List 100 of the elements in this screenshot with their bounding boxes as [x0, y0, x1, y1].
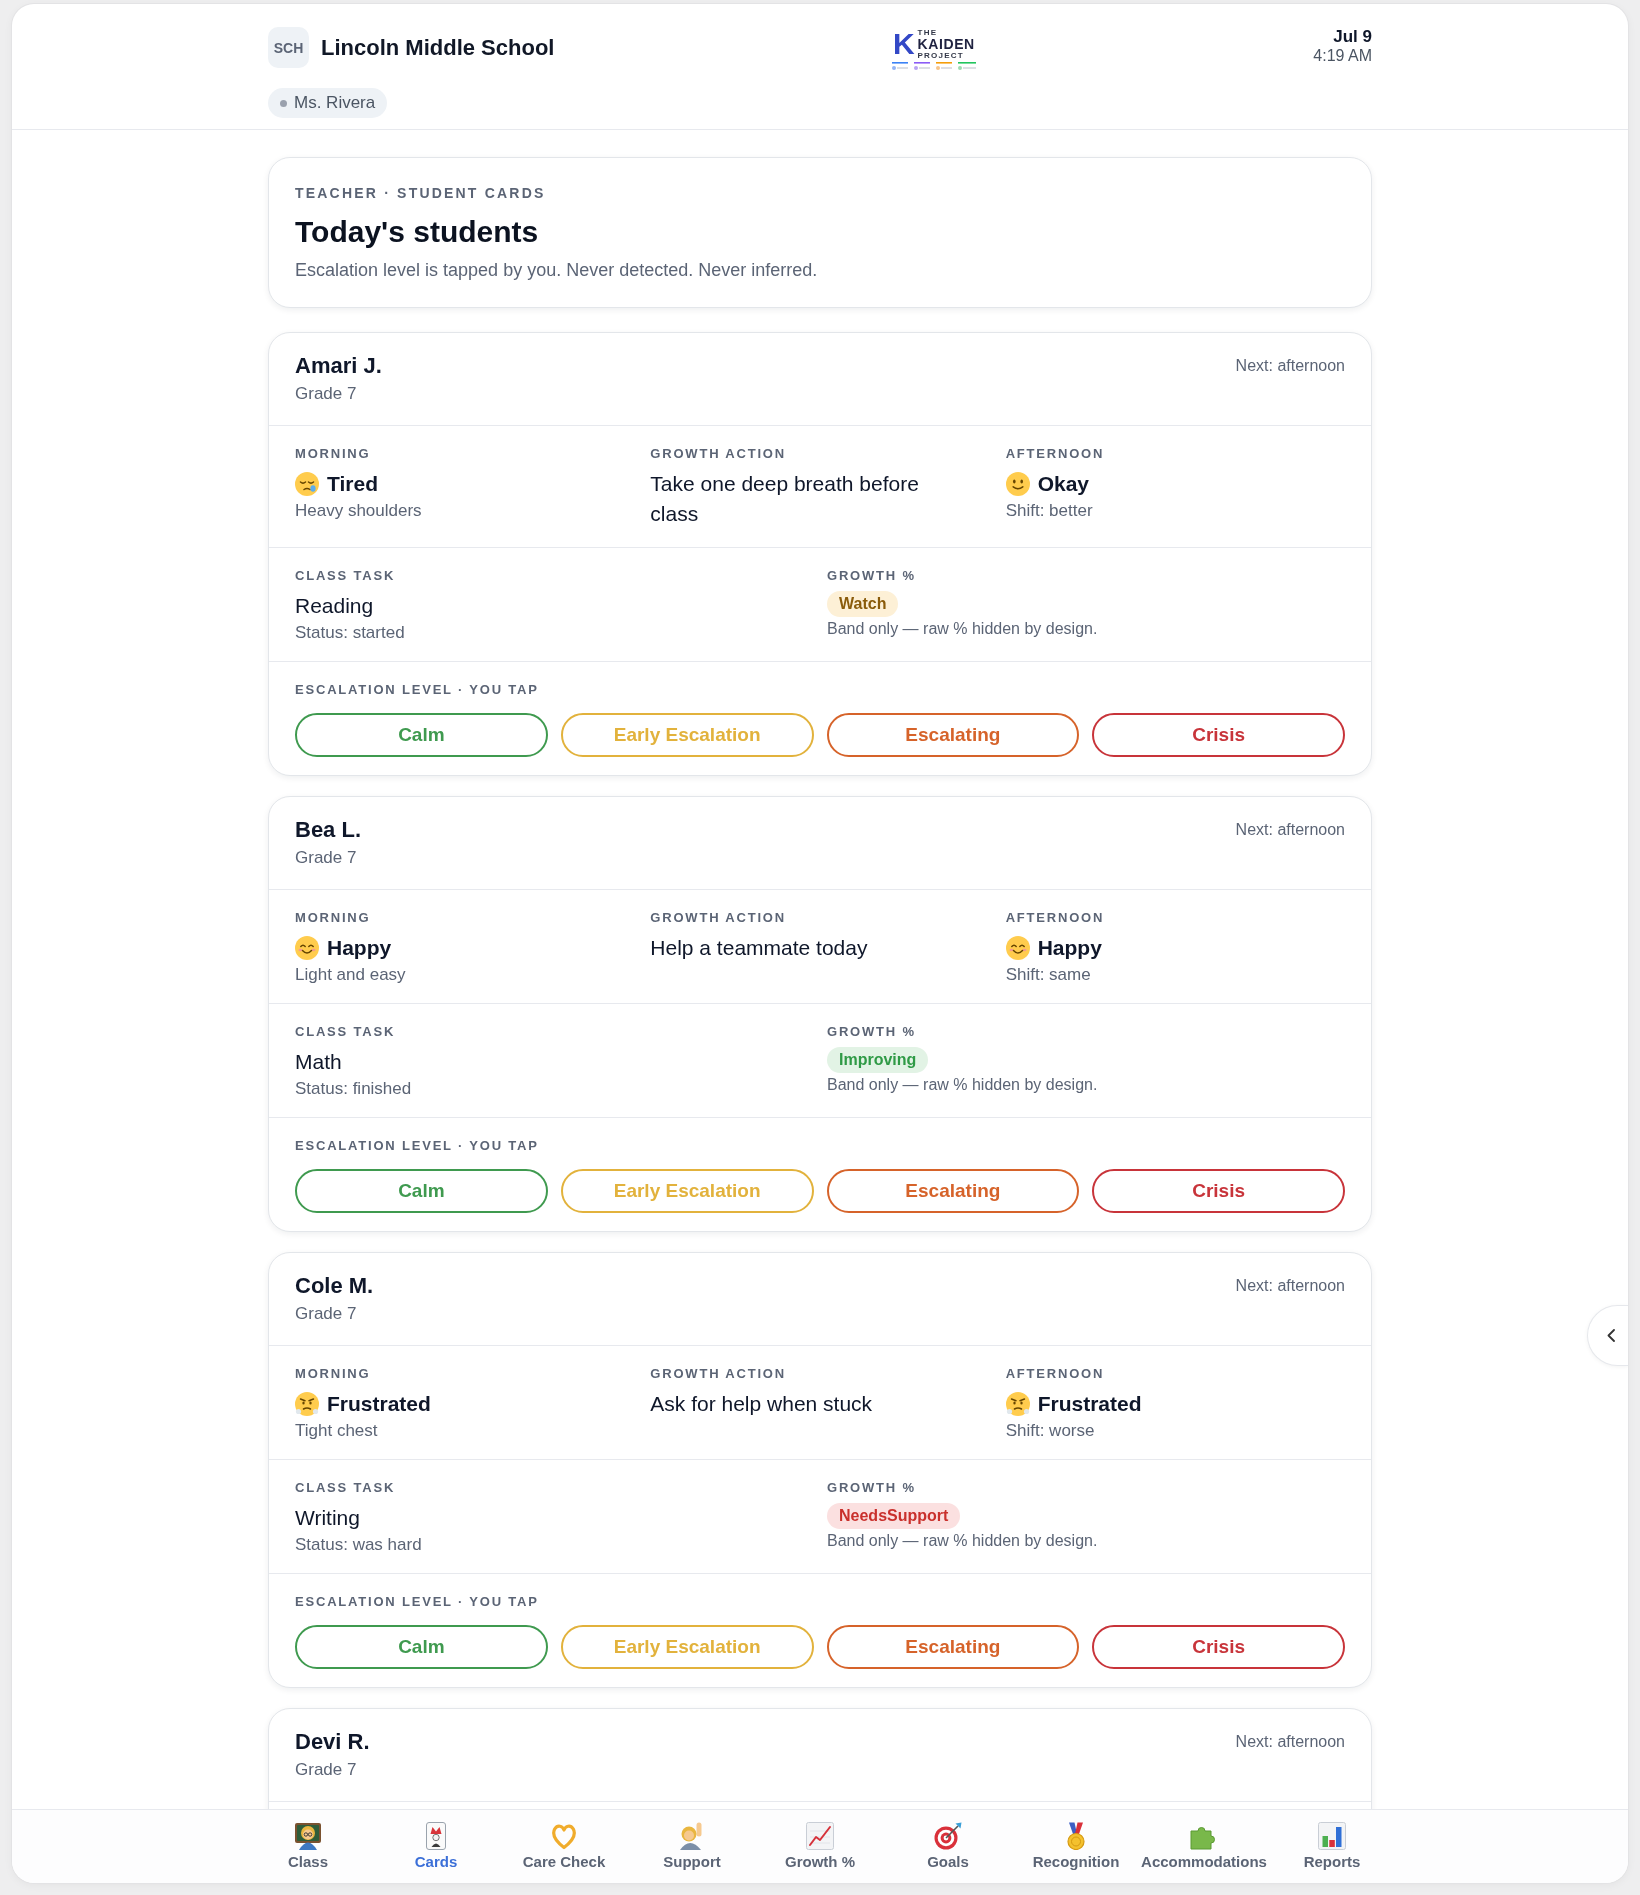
mood-note: Light and easy — [295, 965, 407, 985]
target-icon — [934, 1822, 962, 1850]
page-subtitle: Escalation level is tapped by you. Never detected. Never inferred. — [295, 259, 819, 282]
line-chart-icon — [806, 1822, 834, 1850]
escalation-button[interactable]: Calm — [295, 1169, 548, 1213]
smiling-face-icon — [1005, 472, 1030, 496]
next-session-text: Next: afternoon — [1235, 1732, 1345, 1752]
section-label: MORNING — [295, 446, 372, 462]
growth-action-text: Ask for help when stuck — [650, 1391, 874, 1417]
sleepy-face-icon — [295, 472, 319, 496]
section-label: GROWTH ACTION — [650, 910, 787, 926]
section-label: GROWTH % — [827, 1480, 917, 1496]
student-name: Devi R. — [295, 1729, 370, 1755]
nav-tab[interactable]: Support — [628, 1810, 756, 1883]
nav-tab[interactable]: Recognition — [1012, 1810, 1140, 1883]
date-text: Jul 9 — [1333, 27, 1372, 47]
nav-tab[interactable]: Goals — [884, 1810, 1012, 1883]
nav-tab[interactable]: Reports — [1268, 1810, 1396, 1883]
section-label: CLASS TASK — [295, 568, 397, 584]
escalation-button[interactable]: Calm — [295, 1625, 548, 1669]
nav-tab[interactable]: Accommodations — [1140, 1810, 1268, 1883]
growth-action-text: Help a teammate today — [650, 935, 869, 961]
mood-text: Frustrated — [327, 1391, 431, 1417]
logo-mark: K — [892, 30, 915, 58]
band-note-text: Band only — raw % hidden by design. — [827, 1075, 1099, 1095]
huffing-face-icon — [1005, 1392, 1030, 1416]
nav-tab[interactable]: Cards — [372, 1810, 500, 1883]
mood-note: Tight chest — [295, 1421, 379, 1441]
next-session-text: Next: afternoon — [1235, 820, 1345, 840]
task-status-text: Status: was hard — [295, 1535, 423, 1555]
escalation-button[interactable]: Escalating — [826, 713, 1080, 757]
mood-text: Tired — [327, 471, 378, 497]
escalation-button[interactable]: Crisis — [1092, 1625, 1345, 1669]
class-task-text: Math — [295, 1049, 343, 1075]
escalation-button[interactable]: Calm — [295, 713, 548, 757]
mood-text: Frustrated — [1037, 1391, 1142, 1417]
bar-chart-icon — [1318, 1822, 1346, 1850]
time-text: 4:19 AM — [1313, 47, 1372, 65]
section-label: AFTERNOON — [1005, 446, 1106, 462]
section-label: AFTERNOON — [1005, 1366, 1106, 1382]
student-grade: Grade 7 — [295, 847, 358, 869]
mood-note: Shift: better — [1005, 501, 1094, 521]
nav-tab[interactable]: Class — [244, 1810, 372, 1883]
logo-small-text: THE — [917, 28, 938, 37]
task-status-text: Status: finished — [295, 1079, 413, 1099]
task-status-text: Status: started — [295, 623, 406, 643]
nav-tab[interactable]: Care Check — [500, 1810, 628, 1883]
section-label: AFTERNOON — [1005, 910, 1106, 926]
section-label: MORNING — [295, 1366, 372, 1382]
section-label: CLASS TASK — [295, 1024, 397, 1040]
growth-action-text: Take one deep breath before class — [650, 471, 920, 527]
school-badge: SCH — [268, 27, 309, 68]
page-title: Today's students — [295, 214, 540, 250]
mood-note: Shift: same — [1005, 965, 1092, 985]
section-label: GROWTH ACTION — [650, 1366, 787, 1382]
section-label: ESCALATION LEVEL · YOU TAP — [295, 1594, 540, 1610]
student-name: Bea L. — [295, 817, 362, 843]
mood-text: Happy — [327, 935, 392, 961]
mood-text: Happy — [1037, 935, 1102, 961]
logo-wordmark: KAIDEN — [917, 37, 975, 51]
escalation-button[interactable]: Crisis — [1092, 713, 1345, 757]
section-label: GROWTH ACTION — [650, 446, 787, 462]
happy-face-icon — [295, 936, 319, 960]
next-session-text: Next: afternoon — [1235, 356, 1345, 376]
band-note-text: Band only — raw % hidden by design. — [827, 1531, 1099, 1551]
status-dot-icon — [280, 99, 287, 107]
teacher-name: Ms. Rivera — [294, 93, 376, 113]
growth-band-tag: Improving — [827, 1047, 929, 1073]
escalation-button[interactable]: Escalating — [826, 1625, 1080, 1669]
section-label: ESCALATION LEVEL · YOU TAP — [295, 682, 540, 698]
section-label: MORNING — [295, 910, 372, 926]
band-note-text: Band only — raw % hidden by design. — [827, 619, 1099, 639]
nav-tab[interactable]: Growth % — [756, 1810, 884, 1883]
class-task-text: Reading — [295, 593, 375, 619]
happy-face-icon — [1005, 936, 1030, 960]
logo-small-text: PROJECT — [917, 51, 964, 60]
huffing-face-icon — [295, 1392, 319, 1416]
growth-band-tag: NeedsSupport — [827, 1503, 961, 1529]
mood-note: Heavy shoulders — [295, 501, 423, 521]
escalation-button[interactable]: Escalating — [826, 1169, 1080, 1213]
section-eyebrow: TEACHER · STUDENT CARDS — [295, 184, 547, 202]
student-name: Cole M. — [295, 1273, 374, 1299]
growth-band-tag: Watch — [827, 591, 899, 617]
next-session-text: Next: afternoon — [1235, 1276, 1345, 1296]
school-name: Lincoln Middle School — [321, 34, 555, 61]
collapse-button[interactable] — [1587, 1305, 1628, 1366]
student-grade: Grade 7 — [295, 1303, 358, 1325]
mood-note: Shift: worse — [1005, 1421, 1096, 1441]
section-label: ESCALATION LEVEL · YOU TAP — [295, 1138, 540, 1154]
mood-text: Okay — [1037, 471, 1090, 497]
heart-icon — [550, 1822, 578, 1850]
section-label: CLASS TASK — [295, 1480, 397, 1496]
class-task-text: Writing — [295, 1505, 361, 1531]
student-grade: Grade 7 — [295, 1759, 358, 1781]
student-name: Amari J. — [295, 353, 382, 379]
section-label: GROWTH % — [827, 568, 917, 584]
section-label: GROWTH % — [827, 1024, 917, 1040]
teacher-icon — [294, 1822, 322, 1850]
escalation-button[interactable]: Crisis — [1092, 1169, 1345, 1213]
student-grade: Grade 7 — [295, 383, 358, 405]
